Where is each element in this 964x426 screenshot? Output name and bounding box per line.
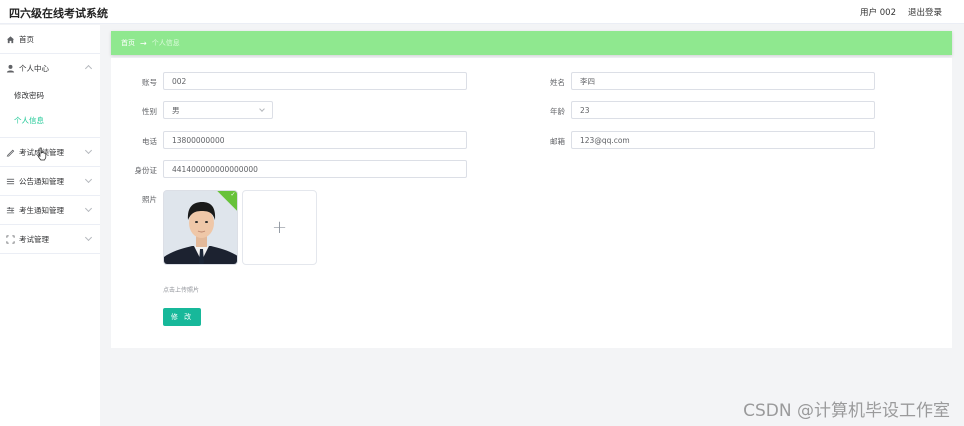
- breadcrumb: 首页 → 个人信息: [111, 31, 952, 55]
- id-card-input[interactable]: 441400000000000000: [163, 160, 467, 178]
- photo-upload-button[interactable]: +: [242, 190, 317, 265]
- name-label: 姓名: [550, 78, 565, 87]
- portrait-image: [164, 191, 237, 264]
- sidebar-item-home[interactable]: 首页: [0, 25, 100, 54]
- age-label: 年龄: [550, 107, 565, 116]
- phone-label: 电话: [142, 137, 157, 146]
- submit-button[interactable]: 修 改: [163, 308, 201, 326]
- profile-form: 账号 002 姓名 李四 性别 男 年龄 23 电话 13800000000 邮…: [111, 58, 952, 348]
- sidebar-item-label: 考生通知管理: [19, 205, 64, 215]
- account-input[interactable]: 002: [163, 72, 467, 90]
- chevron-down-icon: [84, 146, 93, 155]
- chevron-down-icon: [84, 233, 93, 242]
- sidebar-item-label: 个人中心: [19, 64, 49, 73]
- age-input[interactable]: 23: [571, 101, 875, 119]
- watermark: CSDN @计算机毕设工作室: [743, 401, 950, 421]
- logout-button[interactable]: 退出登录: [908, 6, 942, 18]
- chevron-down-icon: [259, 106, 265, 112]
- hand-cursor-icon: [37, 147, 47, 161]
- sidebar-item-announcements[interactable]: 公告通知管理: [0, 167, 100, 196]
- sidebar-item-label: 公告通知管理: [19, 176, 64, 186]
- user-label: 用户 002: [860, 8, 896, 18]
- chevron-down-icon: [84, 204, 93, 213]
- sidebar-item-exam-management[interactable]: 考试管理: [0, 225, 100, 254]
- sidebar: 首页 个人中心 修改密码 个人信息 考试成绩管理 公告通知管理 考生通知管理: [0, 25, 100, 426]
- user-icon: [6, 64, 15, 73]
- account-label: 账号: [142, 78, 157, 87]
- home-icon: [6, 35, 15, 44]
- chevron-down-icon: [84, 175, 93, 184]
- exam-icon: [6, 234, 15, 244]
- name-input[interactable]: 李四: [571, 72, 875, 90]
- phone-input[interactable]: 13800000000: [163, 131, 467, 149]
- check-icon: ✓: [230, 191, 236, 199]
- sidebar-subitem-change-password[interactable]: 修改密码: [0, 83, 100, 108]
- score-icon: [6, 148, 15, 157]
- chevron-up-icon: [84, 64, 93, 73]
- gender-label: 性别: [142, 107, 157, 116]
- sidebar-item-personal-center[interactable]: 个人中心: [0, 54, 100, 83]
- top-bar: 四六级在线考试系统 用户 002 退出登录: [0, 0, 964, 24]
- breadcrumb-current: 个人信息: [151, 39, 180, 47]
- id-card-label: 身份证: [134, 166, 158, 175]
- photo-label: 照片: [142, 195, 157, 204]
- sidebar-group-personal: 个人中心 修改密码 个人信息: [0, 54, 100, 138]
- sliders-icon: [6, 206, 15, 215]
- top-right-actions: 用户 002 退出登录: [860, 6, 942, 18]
- sidebar-item-exam-scores[interactable]: 考试成绩管理: [0, 138, 100, 167]
- plus-icon: +: [271, 217, 288, 238]
- upload-tip: 点击上传照片: [163, 287, 200, 294]
- sidebar-item-label: 首页: [19, 34, 34, 44]
- app-title: 四六级在线考试系统: [9, 7, 108, 20]
- gender-select[interactable]: 男: [163, 101, 273, 119]
- list-icon: [6, 177, 15, 186]
- breadcrumb-separator: →: [140, 38, 147, 48]
- breadcrumb-home[interactable]: 首页: [121, 38, 135, 48]
- sidebar-item-candidate-notices[interactable]: 考生通知管理: [0, 196, 100, 225]
- sidebar-item-label: 考试管理: [19, 234, 49, 244]
- gender-value: 男: [172, 105, 180, 115]
- sidebar-subitem-personal-info[interactable]: 个人信息: [0, 108, 100, 133]
- uploaded-photo[interactable]: ✓: [163, 190, 238, 265]
- email-input[interactable]: 123@qq.com: [571, 131, 875, 149]
- email-label: 邮箱: [550, 137, 565, 146]
